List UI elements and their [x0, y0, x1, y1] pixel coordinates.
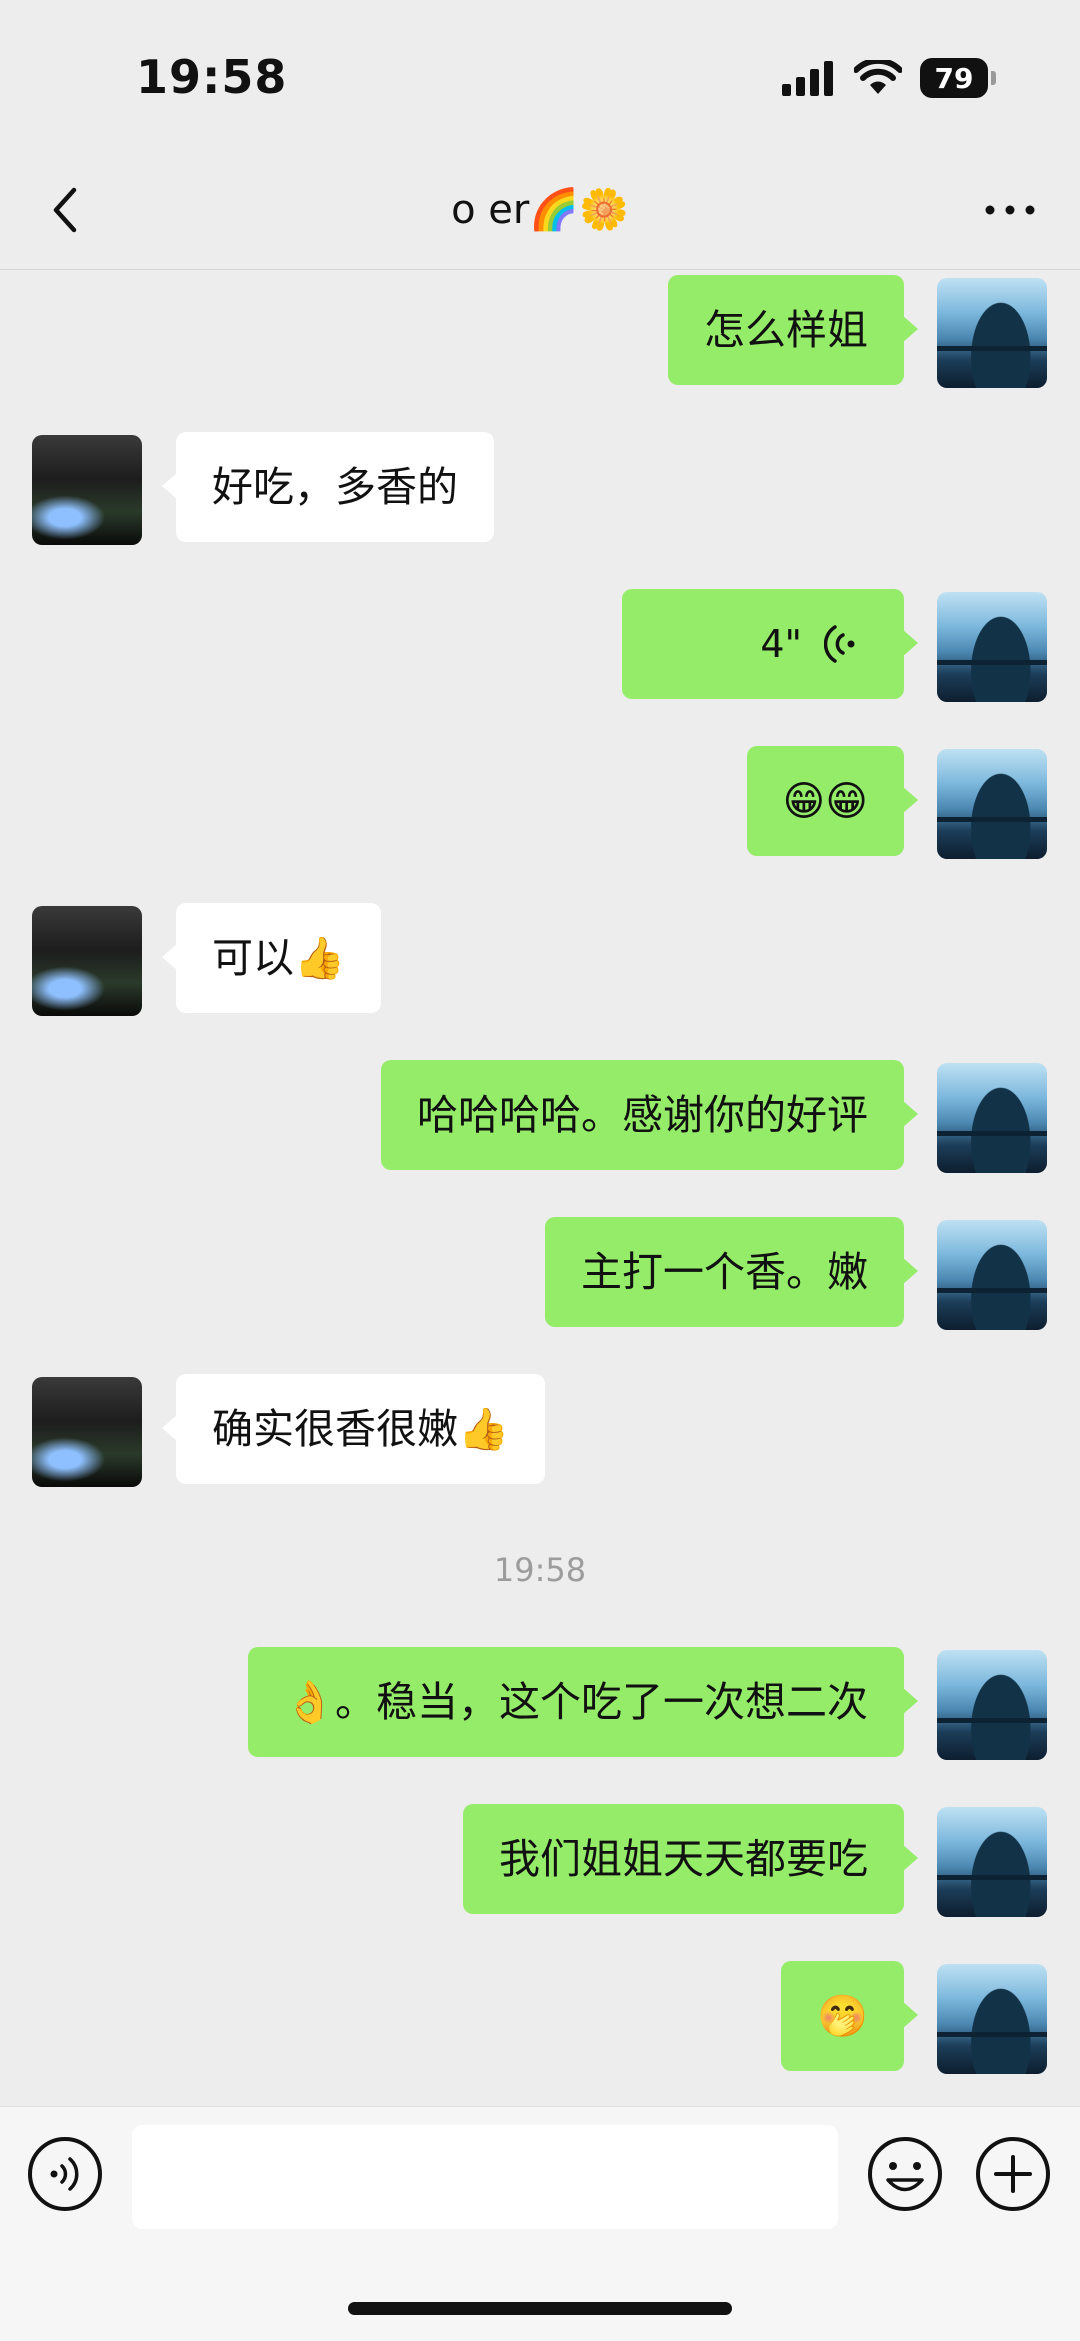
message-input[interactable]: [132, 2125, 838, 2229]
message-bubble[interactable]: 👌。稳当，这个吃了一次想二次: [247, 1647, 919, 1757]
message-row: 可以👍: [0, 903, 1080, 1016]
status-time: 19:58: [136, 50, 288, 104]
more-actions-button[interactable]: [974, 2135, 1052, 2213]
message-row: 好吃，多香的: [0, 432, 1080, 545]
my-avatar[interactable]: [937, 592, 1047, 702]
message-row: 我们姐姐天天都要吃: [0, 1804, 1080, 1917]
message-row: 主打一个香。嫩: [0, 1217, 1080, 1330]
message-bubble[interactable]: 怎么样姐: [668, 275, 918, 385]
battery-level: 79: [934, 61, 974, 95]
voice-wave-icon: [824, 625, 855, 663]
message-row: 😁😁: [0, 746, 1080, 859]
my-avatar[interactable]: [937, 1807, 1047, 1917]
emoji-button[interactable]: [866, 2135, 944, 2213]
contact-avatar[interactable]: [32, 435, 142, 545]
message-bubble[interactable]: 我们姐姐天天都要吃: [463, 1804, 918, 1914]
voice-message-bubble[interactable]: 4": [622, 589, 918, 699]
battery-indicator: 79: [920, 58, 996, 98]
voice-icon: [28, 2137, 102, 2211]
message-bubble[interactable]: 确实很香很嫩👍: [161, 1374, 546, 1484]
status-bar: 19:58 79: [0, 0, 1080, 150]
my-avatar[interactable]: [937, 1063, 1047, 1173]
my-avatar[interactable]: [937, 1220, 1047, 1330]
chat-title: o er🌈🌼: [451, 187, 629, 233]
message-timestamp: 19:58: [493, 1551, 587, 1589]
my-avatar[interactable]: [937, 1964, 1047, 2074]
cellular-signal-icon: [782, 61, 833, 96]
smiley-icon: [868, 2137, 942, 2211]
message-bubble[interactable]: 🤭: [780, 1961, 919, 2071]
message-row: 🤭: [0, 1961, 1080, 2074]
message-bubble[interactable]: 可以👍: [161, 903, 382, 1013]
message-row: 确实很香很嫩👍: [0, 1374, 1080, 1487]
more-button[interactable]: [980, 188, 1040, 232]
my-avatar[interactable]: [937, 278, 1047, 388]
wifi-icon: [854, 60, 902, 94]
chat-header: o er🌈🌼: [0, 150, 1080, 270]
contact-avatar[interactable]: [32, 906, 142, 1016]
message-row: 怎么样姐: [0, 275, 1080, 388]
message-bubble[interactable]: 😁😁: [746, 746, 919, 856]
more-dots-icon: [985, 205, 1035, 215]
message-row: 4": [0, 589, 1080, 702]
message-row: 👌。稳当，这个吃了一次想二次: [0, 1647, 1080, 1760]
plus-icon: [976, 2137, 1050, 2211]
message-bubble[interactable]: 好吃，多香的: [162, 432, 494, 542]
message-bubble[interactable]: 主打一个香。嫩: [545, 1217, 918, 1327]
voice-toggle-button[interactable]: [26, 2135, 104, 2213]
my-avatar[interactable]: [937, 1650, 1047, 1760]
message-list[interactable]: 怎么样姐 好吃，多香的 4" 😁😁 可以👍 哈哈哈哈。感谢你的好评 主打一个香。…: [0, 271, 1080, 2106]
my-avatar[interactable]: [937, 749, 1047, 859]
contact-avatar[interactable]: [32, 1377, 142, 1487]
status-icons: 79: [782, 58, 996, 98]
message-bubble[interactable]: 哈哈哈哈。感谢你的好评: [381, 1060, 918, 1170]
voice-duration: 4": [760, 622, 802, 666]
home-indicator[interactable]: [348, 2302, 732, 2315]
message-row: 哈哈哈哈。感谢你的好评: [0, 1060, 1080, 1173]
